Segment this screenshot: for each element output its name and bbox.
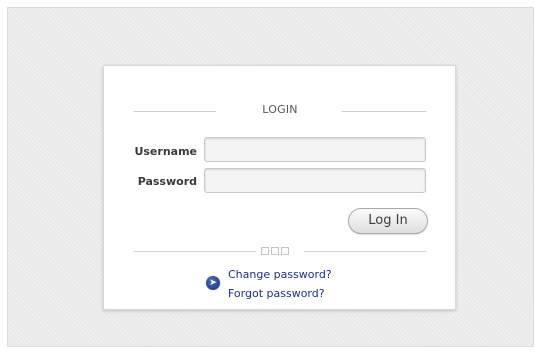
separator-rule-left	[134, 251, 256, 252]
forgot-password-link[interactable]: Forgot password?	[228, 287, 325, 300]
change-password-link[interactable]: Change password?	[228, 268, 332, 281]
separator	[134, 246, 426, 256]
username-input[interactable]	[204, 137, 426, 162]
separator-square	[281, 247, 289, 255]
login-button[interactable]: Log In	[348, 208, 428, 234]
separator-square	[271, 247, 279, 255]
password-input[interactable]	[204, 168, 426, 193]
separator-squares-icon	[261, 247, 301, 255]
arrow-circle-icon: ➤	[206, 276, 220, 290]
title-rule-right	[342, 111, 426, 112]
login-title: LOGIN	[262, 103, 298, 116]
login-title-row: LOGIN	[134, 102, 426, 120]
username-label: Username	[134, 145, 197, 158]
password-label: Password	[137, 175, 197, 188]
login-panel: LOGIN Username Password Log In ➤ Change …	[103, 65, 456, 310]
page-background: LOGIN Username Password Log In ➤ Change …	[7, 7, 534, 347]
separator-square	[261, 247, 269, 255]
separator-rule-right	[304, 251, 426, 252]
